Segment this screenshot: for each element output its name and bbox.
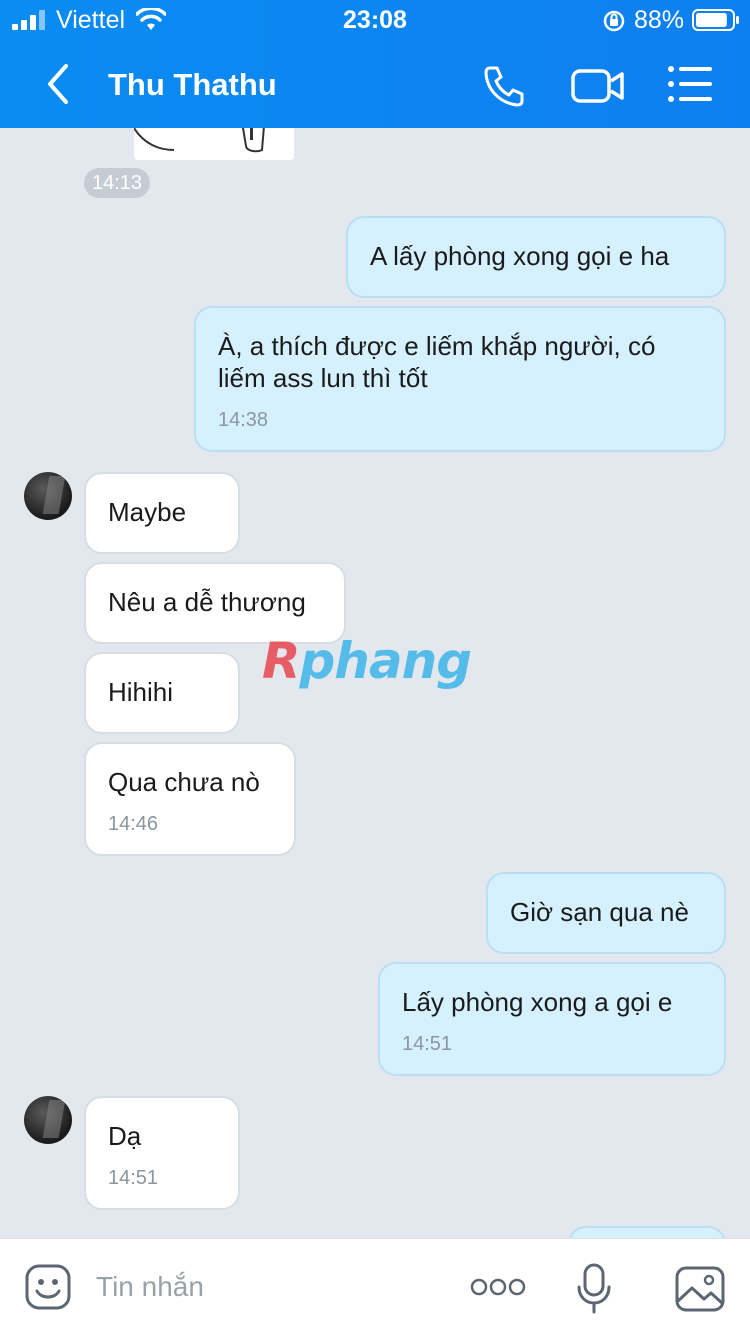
message-text: Lấy phòng xong a gọi e	[402, 987, 673, 1017]
more-icon[interactable]	[470, 1277, 526, 1297]
back-icon[interactable]	[40, 62, 76, 106]
status-bar: Viettel 23:08 88%	[0, 0, 750, 40]
avatar[interactable]	[24, 1096, 72, 1144]
message-list[interactable]: 14:13 A lấy phòng xong gọi e ha À, a thí…	[0, 128, 750, 1238]
battery-percentage: 88%	[634, 6, 685, 34]
timestamp-badge: 14:13	[84, 168, 151, 198]
microphone-icon[interactable]	[576, 1263, 612, 1315]
message-input[interactable]: Tin nhắn	[96, 1271, 204, 1303]
message-text: Dạ	[108, 1121, 142, 1151]
message-input-bar: Tin nhắn	[0, 1238, 750, 1334]
message-outgoing[interactable]: Lấy phòng xong a gọi e 14:51	[378, 962, 726, 1076]
watermark-logo: Rphang	[262, 632, 472, 690]
message-text: Nêu a dễ thương	[108, 587, 306, 617]
message-outgoing-partial[interactable]	[568, 1226, 726, 1238]
message-text: Hihihi	[108, 677, 174, 707]
message-outgoing[interactable]: Giờ sạn qua nè	[486, 872, 726, 954]
message-outgoing[interactable]: A lấy phòng xong gọi e ha	[346, 216, 726, 298]
nav-bar: Thu Thathu	[0, 40, 750, 128]
message-incoming[interactable]: Maybe	[84, 472, 240, 554]
image-icon[interactable]	[674, 1265, 726, 1313]
message-time: 14:51	[402, 1033, 453, 1055]
emoji-icon[interactable]	[24, 1263, 72, 1311]
message-time: 14:51	[108, 1167, 159, 1189]
message-text: À, a thích được e liếm khắp người, có li…	[218, 331, 656, 393]
video-call-icon[interactable]	[570, 64, 626, 108]
phone-call-icon[interactable]	[480, 62, 528, 110]
message-time: 14:38	[218, 409, 269, 431]
message-text: Maybe	[108, 497, 187, 527]
message-time: 14:46	[108, 813, 159, 835]
battery-icon	[692, 9, 739, 31]
message-text: Giờ sạn qua nè	[510, 897, 689, 927]
contact-name[interactable]: Thu Thathu	[108, 67, 277, 103]
sticker-image[interactable]	[133, 128, 294, 160]
message-text: A lấy phòng xong gọi e ha	[370, 241, 670, 271]
message-incoming[interactable]: Dạ 14:51	[84, 1096, 240, 1210]
orientation-lock-icon	[603, 10, 625, 32]
message-incoming[interactable]: Hihihi	[84, 652, 240, 734]
message-outgoing[interactable]: À, a thích được e liếm khắp người, có li…	[194, 306, 726, 452]
avatar[interactable]	[24, 472, 72, 520]
message-incoming[interactable]: Qua chưa nò 14:46	[84, 742, 296, 856]
message-text: Qua chưa nò	[108, 767, 260, 797]
chat-header: Viettel 23:08 88% Thu Thathu	[0, 0, 750, 128]
menu-icon[interactable]	[666, 64, 714, 104]
